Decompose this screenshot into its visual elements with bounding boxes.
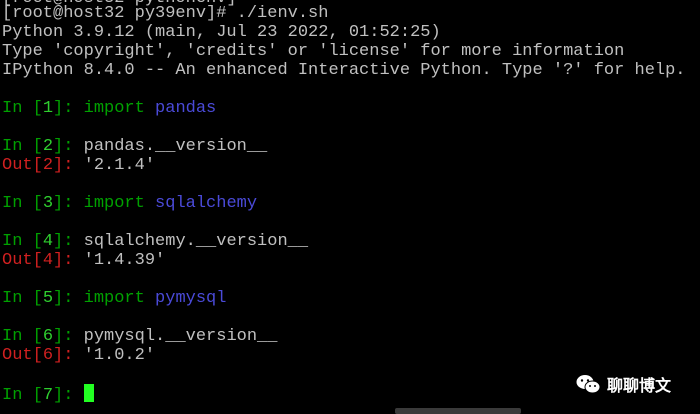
in-prompt-close: ]: (53, 327, 84, 346)
in-prompt-label: In [ (2, 327, 43, 346)
in-prompt-number: 5 (42, 289, 54, 308)
in-prompt-number: 4 (42, 232, 54, 251)
banner-info: Type 'copyright', 'credits' or 'license'… (2, 42, 625, 61)
in-prompt-number: 6 (42, 327, 54, 346)
in-prompt-close: ]: (53, 99, 84, 118)
text-cursor[interactable] (83, 384, 94, 402)
output-value: '1.4.39' (83, 251, 166, 270)
output-value: '2.1.4' (83, 156, 156, 175)
watermark: 聊聊博文 (575, 372, 671, 396)
import-keyword: import (83, 289, 156, 308)
in-prompt-label: In [ (2, 194, 43, 213)
shell-command-line: [root@host32 py39env]# ./ienv.sh (2, 4, 329, 23)
import-keyword: import (83, 194, 156, 213)
in-prompt-label: In [ (2, 289, 43, 308)
out-prompt-number: 4 (42, 251, 54, 270)
out-prompt-number: 2 (42, 156, 54, 175)
output-cell-4: Out[4]: '1.4.39' (2, 251, 165, 270)
out-prompt-number: 6 (42, 346, 54, 365)
in-prompt-number: 2 (42, 137, 54, 156)
input-cell-2: In [2]: pandas.__version__ (2, 137, 267, 156)
in-prompt-close: ]: (53, 194, 84, 213)
import-keyword: import (83, 99, 156, 118)
out-prompt-close: ]: (53, 346, 84, 365)
in-prompt-label: In [ (2, 232, 43, 251)
input-cell-5: In [5]: import pymysql (2, 289, 226, 308)
in-prompt-number: 3 (42, 194, 54, 213)
output-cell-2: Out[2]: '2.1.4' (2, 156, 155, 175)
in-prompt-label: In [ (2, 99, 43, 118)
module-name: pymysql (155, 289, 227, 308)
out-prompt-label: Out[ (2, 156, 43, 175)
input-cell-3: In [3]: import sqlalchemy (2, 194, 257, 213)
module-name: sqlalchemy (155, 194, 258, 213)
out-prompt-close: ]: (53, 251, 84, 270)
watermark-text: 聊聊博文 (607, 376, 672, 395)
output-cell-6: Out[6]: '1.0.2' (2, 346, 155, 365)
input-cell-1: In [1]: import pandas (2, 99, 216, 118)
code-expression: pymysql.__version__ (83, 327, 278, 346)
out-prompt-close: ]: (53, 156, 84, 175)
out-prompt-label: Out[ (2, 346, 43, 365)
code-expression: pandas.__version__ (83, 137, 268, 156)
in-prompt-close: ]: (53, 232, 84, 251)
in-prompt-number: 1 (42, 99, 54, 118)
in-prompt-close: ]: (53, 289, 84, 308)
horizontal-scrollbar[interactable] (395, 408, 521, 414)
code-expression: sqlalchemy.__version__ (83, 232, 309, 251)
module-name: pandas (155, 99, 217, 118)
output-value: '1.0.2' (83, 346, 156, 365)
input-cell-4: In [4]: sqlalchemy.__version__ (2, 232, 308, 251)
wechat-icon (575, 373, 601, 395)
out-prompt-label: Out[ (2, 251, 43, 270)
banner-ipython-version: IPython 8.4.0 -- An enhanced Interactive… (2, 61, 686, 80)
in-prompt-close: ]: (53, 137, 84, 156)
input-cell-7[interactable]: In [7]: (2, 384, 94, 405)
terminal-window[interactable]: [root@host32 pythonenv] [root@host32 py3… (0, 0, 700, 414)
in-prompt-number: 7 (42, 386, 54, 405)
banner-python-version: Python 3.9.12 (main, Jul 23 2022, 01:52:… (2, 23, 441, 42)
input-cell-6: In [6]: pymysql.__version__ (2, 327, 277, 346)
in-prompt-label: In [ (2, 386, 43, 405)
in-prompt-close: ]: (53, 386, 84, 405)
in-prompt-label: In [ (2, 137, 43, 156)
